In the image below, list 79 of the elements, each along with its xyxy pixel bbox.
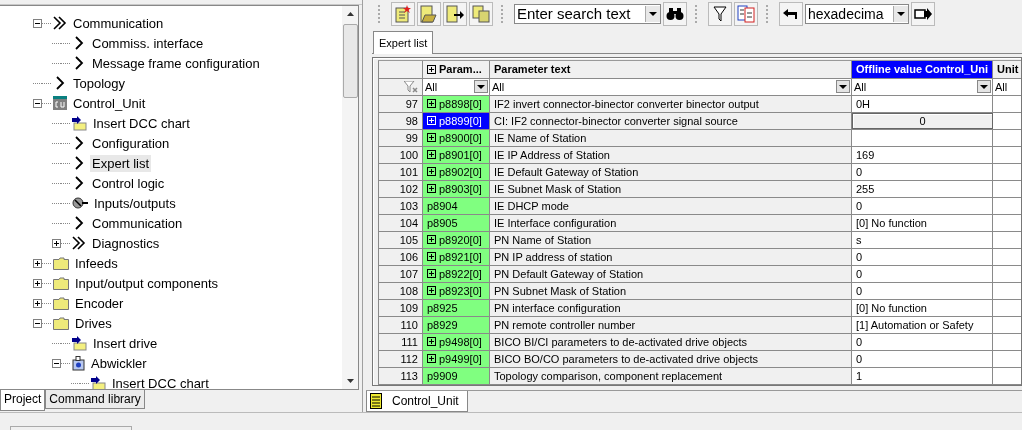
chevron-icon (72, 156, 86, 170)
expand-icon[interactable] (427, 252, 436, 262)
collapse-icon[interactable] (52, 358, 61, 368)
collapse-icon[interactable] (33, 18, 42, 28)
expand-icon[interactable] (427, 150, 436, 160)
tab[interactable]: Expert list (373, 30, 434, 54)
clear-filter-icon[interactable] (404, 80, 418, 93)
insert-folder-icon (72, 335, 87, 351)
double-chevron-icon (53, 16, 67, 30)
tree-item[interactable]: Communication (71, 14, 166, 32)
dropdown-arrow-icon[interactable] (649, 11, 657, 16)
tree-item[interactable]: Message frame configuration (90, 54, 262, 72)
tab[interactable]: Command library (45, 390, 145, 409)
folder-icon (53, 296, 69, 310)
export-icon[interactable] (443, 1, 467, 26)
expand-icon[interactable] (427, 64, 436, 74)
scrollbar[interactable] (342, 6, 358, 389)
insert-folder-icon (72, 115, 87, 131)
tree-item[interactable]: Insert DCC chart (110, 374, 211, 389)
search-field[interactable]: Enter search text (514, 3, 661, 24)
open-folder-icon[interactable] (417, 1, 441, 26)
tree-item[interactable]: Commiss. interface (90, 34, 206, 52)
search-icon[interactable] (663, 1, 687, 26)
tree-item[interactable]: Abwickler (89, 354, 149, 372)
expand-icon[interactable] (427, 337, 436, 347)
expand-icon[interactable] (52, 238, 61, 248)
control-unit-icon (53, 96, 67, 110)
expand-icon[interactable] (427, 184, 436, 194)
tree-item[interactable]: Infeeds (73, 254, 120, 272)
tree-item[interactable]: Topology (71, 74, 128, 92)
expand-icon[interactable] (33, 298, 42, 308)
chevron-icon (72, 56, 86, 70)
scroll-down-icon[interactable] (346, 379, 354, 383)
drive-icon (72, 355, 85, 371)
tree-item[interactable]: Diagnostics (90, 234, 162, 252)
expand-icon[interactable] (33, 278, 42, 288)
tree-item[interactable]: Control_Unit (71, 94, 148, 112)
format-dropdown[interactable]: hexadecima (805, 3, 909, 24)
tree-item[interactable]: Input/output components (73, 274, 221, 292)
tree-item[interactable]: Configuration (90, 134, 172, 152)
chevron-icon (72, 216, 86, 230)
tree-item[interactable]: Inputs/outputs (92, 194, 178, 212)
expand-icon[interactable] (427, 235, 436, 245)
tree-item[interactable]: Encoder (73, 294, 126, 312)
dropdown-arrow-icon[interactable] (897, 11, 905, 16)
filter-icon[interactable] (708, 1, 732, 26)
folder-icon (53, 256, 69, 270)
tab[interactable]: Project (0, 390, 46, 411)
folder-icon (53, 316, 69, 330)
scroll-up-icon[interactable] (346, 12, 354, 16)
tree-item[interactable]: Control logic (90, 174, 167, 192)
double-chevron-icon (72, 236, 86, 250)
chevron-icon (72, 176, 86, 190)
column-header[interactable]: Offline value Control_Uni (852, 60, 993, 78)
filter-dropdown[interactable]: All (995, 80, 1021, 93)
scrollbar-thumb[interactable] (342, 24, 358, 98)
expand-icon[interactable] (427, 133, 436, 143)
chevron-icon (53, 76, 67, 90)
document-icon (370, 393, 382, 409)
tree-item[interactable]: Drives (73, 314, 114, 332)
tree-item[interactable]: Insert drive (91, 334, 160, 352)
collapse-icon[interactable] (33, 318, 42, 328)
expand-icon[interactable] (427, 354, 436, 364)
compare-icon[interactable] (734, 1, 758, 26)
expand-icon[interactable] (33, 258, 42, 268)
tree-item[interactable]: Insert DCC chart (91, 114, 192, 132)
tree-item[interactable]: Communication (90, 214, 185, 232)
expand-icon[interactable] (427, 99, 436, 109)
folder-icon (53, 276, 69, 290)
chevron-icon (72, 36, 86, 50)
expand-icon[interactable] (427, 286, 436, 296)
collapse-icon[interactable] (33, 98, 42, 108)
expand-icon[interactable] (427, 269, 436, 279)
plug-icon (72, 197, 88, 209)
tree-item[interactable]: Expert list (90, 154, 152, 172)
expand-icon[interactable] (427, 167, 436, 177)
tab[interactable]: Control_Unit (366, 391, 468, 412)
new-list-icon[interactable] (391, 1, 415, 26)
chevron-icon (72, 136, 86, 150)
